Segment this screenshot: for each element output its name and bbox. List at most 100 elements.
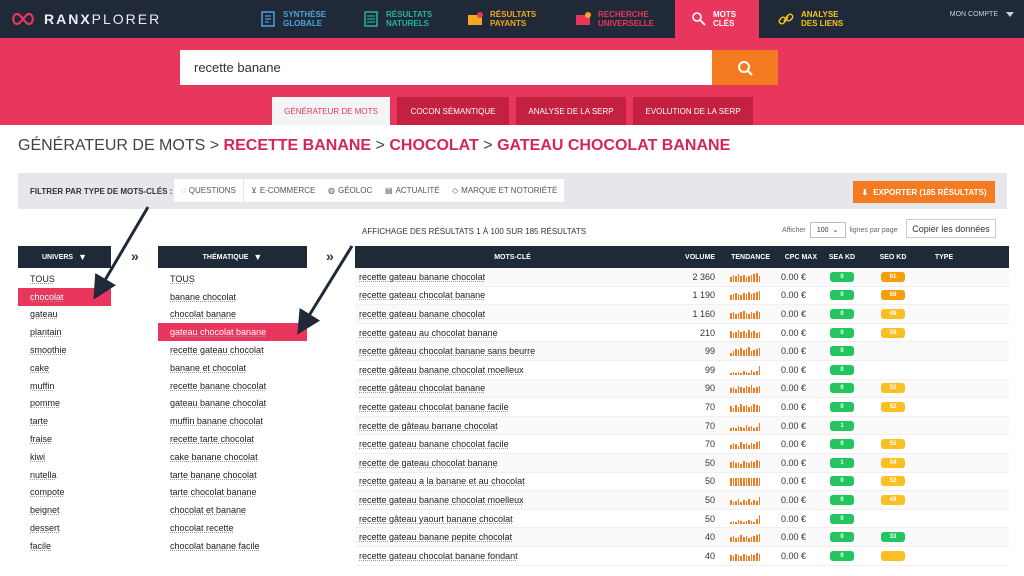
- thematique-header[interactable]: THÉMATIQUE ▼: [158, 246, 307, 268]
- filter-chip-actualite[interactable]: ▤ ACTUALITÉ: [378, 179, 448, 202]
- filter-chip-geoloc[interactable]: ◍ GÉOLOC: [321, 179, 381, 202]
- tab-analyse-de-la-serp[interactable]: ANALYSE DE LA SERP: [516, 97, 626, 125]
- thematique-item[interactable]: tarte chocolat banane: [158, 484, 307, 502]
- thematique-item[interactable]: gateau chocolat banane: [158, 323, 307, 342]
- univers-item[interactable]: dessert: [18, 519, 111, 537]
- trend-sparkline: [730, 346, 770, 357]
- trend-bar: [732, 351, 735, 357]
- col-tendance[interactable]: TENDANCE: [715, 254, 770, 261]
- univers-item[interactable]: cake: [18, 359, 111, 377]
- keyword-link[interactable]: recette gateau banane chocolat moelleux: [355, 495, 670, 505]
- keyword-link[interactable]: recette gateau banane chocolat facile: [355, 439, 670, 449]
- thematique-item[interactable]: cake banane chocolat: [158, 448, 307, 466]
- univers-item[interactable]: facile: [18, 537, 111, 555]
- keyword-link[interactable]: recette gâteau chocolat banane: [355, 383, 670, 393]
- univers-item[interactable]: TOUS: [18, 270, 111, 288]
- trend-sparkline: [730, 290, 770, 301]
- per-page-select[interactable]: 100 ⌄: [809, 222, 846, 238]
- thematique-item[interactable]: recette banane chocolat: [158, 377, 307, 395]
- brand-name-light: PLORER: [91, 11, 162, 27]
- seo-kd-badge: 58: [881, 327, 905, 338]
- breadcrumb-root[interactable]: GÉNÉRATEUR DE MOTS: [18, 137, 205, 154]
- nav-resultats-payants[interactable]: Résultats payants: [466, 0, 550, 38]
- filter-chip-ecommerce[interactable]: ⊻ E-COMMERCE: [244, 179, 324, 202]
- export-button[interactable]: ⬇ EXPORTER (185 RÉSULTATS): [853, 181, 995, 203]
- tab-cocon-semantique[interactable]: COCON SÉMANTIQUE: [397, 97, 509, 125]
- keyword-link[interactable]: recette de gateau chocolat banane: [355, 458, 670, 468]
- keyword-link[interactable]: recette de gâteau banane chocolat: [355, 421, 670, 431]
- sea-kd-badge: 0: [830, 439, 854, 450]
- nav-mots-cles[interactable]: Mots clés: [675, 0, 759, 38]
- keyword-link[interactable]: recette gâteau banane chocolat moelleux: [355, 365, 670, 375]
- nav-analyse-des-liens[interactable]: Analyse des liens: [777, 0, 861, 38]
- filter-chip-questions[interactable]: ◌ QUESTIONS: [174, 179, 244, 202]
- volume-value: 99: [704, 346, 715, 357]
- tab-evolution-de-la-serp[interactable]: EVOLUTION DE LA SERP: [633, 97, 753, 125]
- univers-item[interactable]: kiwi: [18, 448, 111, 466]
- col-type[interactable]: TYPE: [919, 254, 969, 261]
- nav-resultats-naturels[interactable]: Résultats naturels: [362, 0, 446, 38]
- univers-item[interactable]: smoothie: [18, 341, 111, 359]
- account-menu[interactable]: MON COMPTE: [950, 11, 998, 18]
- univers-item[interactable]: tarte: [18, 412, 111, 430]
- col-volume[interactable]: VOLUME: [670, 254, 715, 261]
- univers-item[interactable]: pomme: [18, 395, 111, 413]
- univers-header[interactable]: UNIVERS ▼: [18, 246, 111, 268]
- nav-synthese-globale[interactable]: Synthèse globale: [259, 0, 343, 38]
- univers-item[interactable]: plantain: [18, 323, 111, 341]
- trend-bar: [748, 387, 750, 394]
- univers-item[interactable]: gateau: [18, 306, 111, 324]
- table-row: recette gâteau yaourt banane chocolat 50 0…: [355, 510, 1009, 529]
- univers-item[interactable]: nutella: [18, 466, 111, 484]
- filter-icon[interactable]: ▼: [78, 252, 87, 262]
- filter-chip-marque[interactable]: ◇ MARQUE ET NOTORIÉTÉ: [445, 179, 566, 202]
- col-keyword[interactable]: MOTS-CLÉ: [355, 254, 670, 261]
- table-row: recette gateau banane chocolat moelleux 5…: [355, 491, 1009, 510]
- filter-icon[interactable]: ▼: [253, 252, 262, 262]
- thematique-item[interactable]: recette tarte chocolat: [158, 430, 307, 448]
- thematique-item[interactable]: tarte banane chocolat: [158, 466, 307, 484]
- chevron-down-icon[interactable]: [1006, 12, 1014, 17]
- thematique-item[interactable]: banane et chocolat: [158, 359, 307, 377]
- col-sea-kd[interactable]: SEA KD: [817, 254, 867, 261]
- thematique-item[interactable]: chocolat banane facile: [158, 537, 307, 555]
- volume-value: 50: [704, 457, 715, 468]
- col-cpc[interactable]: CPC MAX: [770, 254, 817, 261]
- univers-item[interactable]: compote: [18, 484, 111, 502]
- keyword-link[interactable]: recette gateau chocolat banane: [355, 290, 670, 300]
- thematique-item[interactable]: banane chocolat: [158, 288, 307, 306]
- trend-bar: [735, 372, 737, 375]
- univers-item[interactable]: muffin: [18, 377, 111, 395]
- univers-item[interactable]: fraise: [18, 430, 111, 448]
- breadcrumb-item[interactable]: CHOCOLAT: [389, 137, 478, 154]
- nav-recherche-universelle[interactable]: Recherche universelle: [574, 0, 658, 38]
- breadcrumb-item[interactable]: GATEAU CHOCOLAT BANANE: [497, 137, 730, 154]
- thematique-item[interactable]: muffin banane chocolat: [158, 412, 307, 430]
- keyword-link[interactable]: recette gateau chocolat banane fondant: [355, 551, 670, 561]
- volume-value: 1 160: [692, 308, 715, 319]
- keyword-link[interactable]: recette gateau chocolat banane facile: [355, 402, 670, 412]
- volume-value: 40: [704, 532, 715, 543]
- search-button[interactable]: [712, 50, 778, 85]
- keyword-link[interactable]: recette gateau banane pepite chocolat: [355, 532, 670, 542]
- app-logo[interactable]: RANXPLORER: [10, 10, 161, 28]
- thematique-item[interactable]: chocolat et banane: [158, 501, 307, 519]
- keyword-link[interactable]: recette gateau banane chocolat: [355, 272, 670, 282]
- keyword-link[interactable]: recette gâteau yaourt banane chocolat: [355, 514, 670, 524]
- thematique-item[interactable]: recette gateau chocolat: [158, 341, 307, 359]
- breadcrumb-item[interactable]: RECETTE BANANE: [224, 137, 372, 154]
- thematique-item[interactable]: TOUS: [158, 270, 307, 288]
- keyword-link[interactable]: recette gateau a la banane et au chocola…: [355, 476, 670, 486]
- search-input[interactable]: [180, 50, 712, 85]
- thematique-item[interactable]: chocolat banane: [158, 306, 307, 324]
- thematique-item[interactable]: chocolat recette: [158, 519, 307, 537]
- univers-item[interactable]: chocolat: [18, 287, 111, 306]
- univers-item[interactable]: beignet: [18, 501, 111, 519]
- copy-data-button[interactable]: Copier les données: [906, 219, 996, 238]
- tab-generateur-de-mots[interactable]: GÉNÉRATEUR DE MOTS: [272, 97, 390, 125]
- keyword-link[interactable]: recette gateau au chocolat banane: [355, 328, 670, 338]
- keyword-link[interactable]: recette gateau banane chocolat: [355, 309, 670, 319]
- thematique-item[interactable]: gateau banane chocolat: [158, 395, 307, 413]
- keyword-link[interactable]: recette gâteau chocolat banane sans beur…: [355, 346, 670, 356]
- col-seo-kd[interactable]: SEO KD: [867, 254, 919, 261]
